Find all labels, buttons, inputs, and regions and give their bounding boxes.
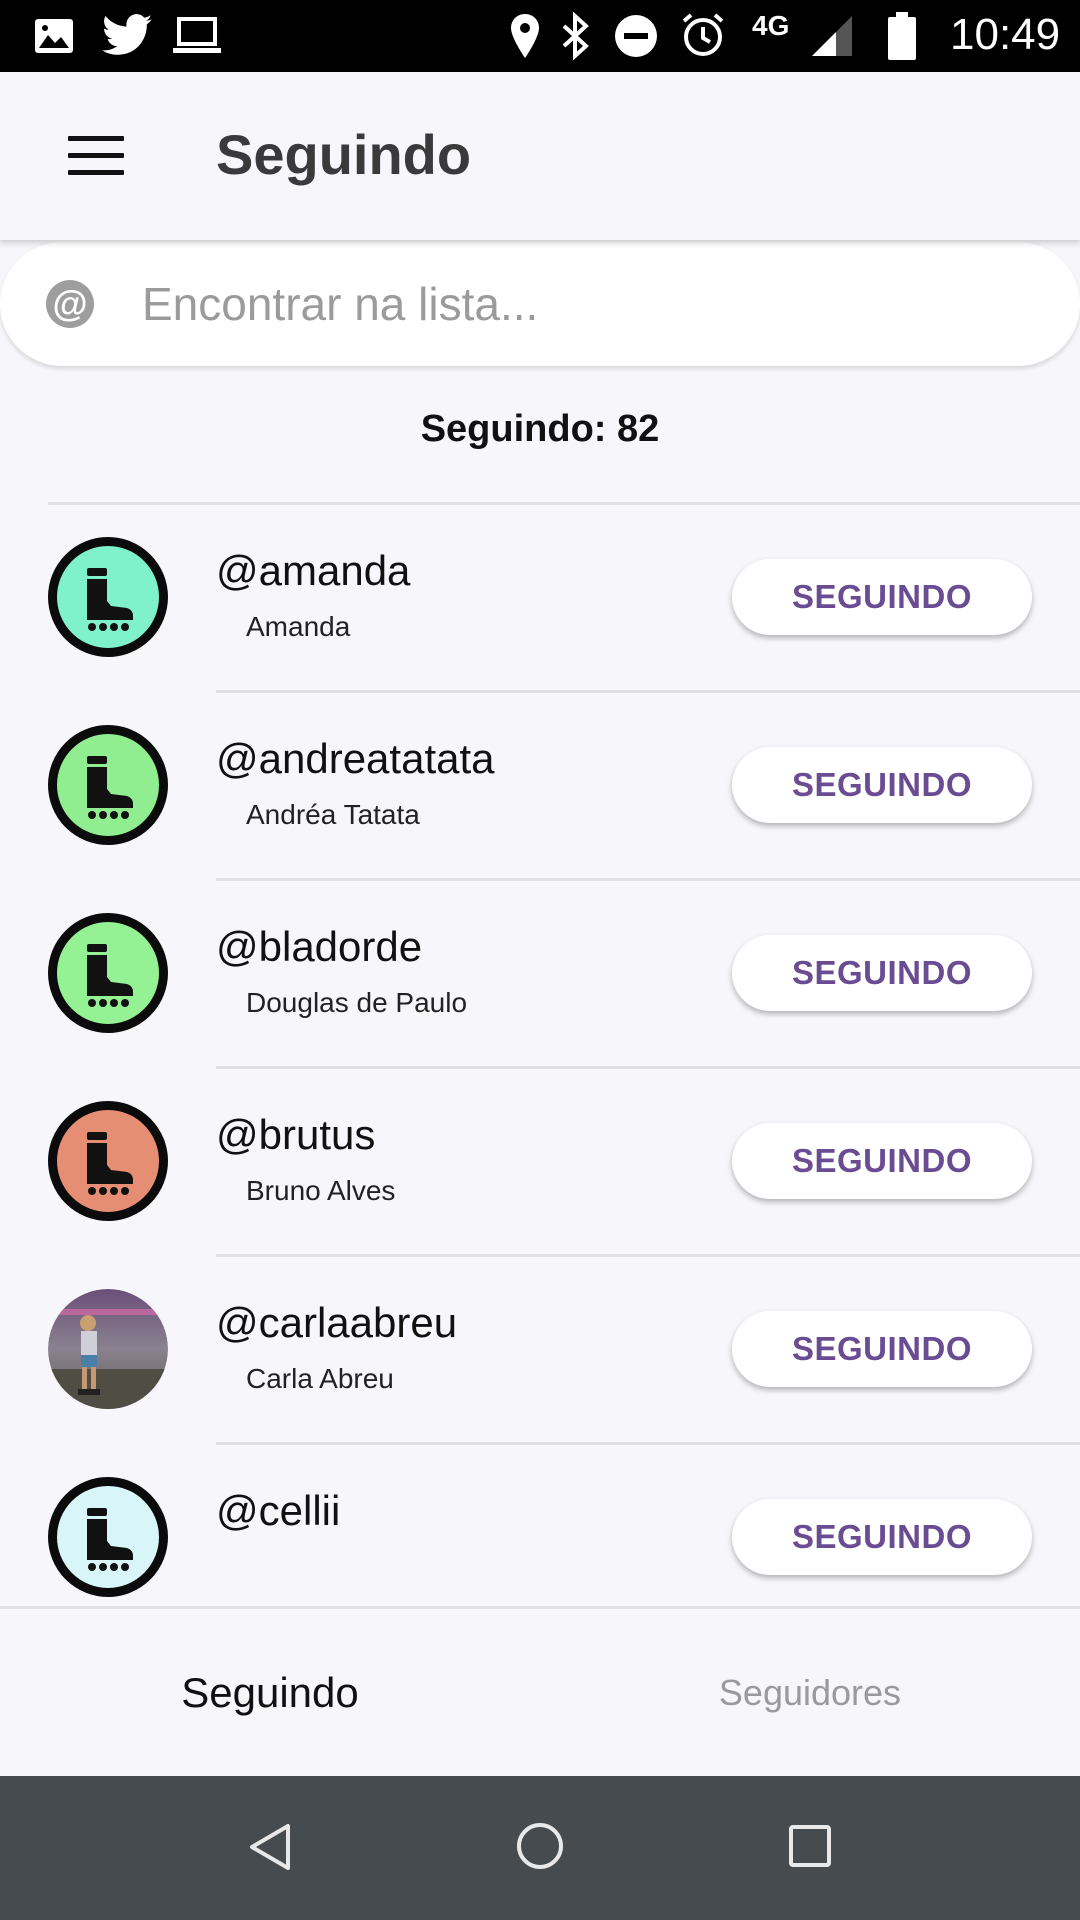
avatar[interactable] <box>48 1477 168 1597</box>
skate-icon <box>87 1508 133 1571</box>
following-button[interactable]: SEGUINDO <box>732 935 1032 1011</box>
skate-icon <box>87 1132 133 1195</box>
location-icon <box>511 14 539 58</box>
list-item[interactable]: @cellii SEGUINDO <box>0 1445 1080 1605</box>
avatar[interactable] <box>48 913 168 1033</box>
display-name: Bruno Alves <box>246 1175 396 1206</box>
username[interactable]: @bladorde <box>216 923 422 971</box>
following-count: Seguindo: 82 <box>420 408 660 450</box>
following-button[interactable]: SEGUINDO <box>732 747 1032 823</box>
display-name: Douglas de Paulo <box>246 987 468 1018</box>
network-type-label: 4G <box>752 10 790 41</box>
hamburger-menu-icon[interactable] <box>68 136 124 176</box>
search-bar[interactable]: @ <box>0 242 1080 366</box>
list-item[interactable]: @carlaabreu Carla Abreu SEGUINDO <box>0 1257 1080 1445</box>
list-item[interactable]: @bladorde Douglas de Paulo SEGUINDO <box>0 881 1080 1069</box>
tab-following[interactable]: Seguindo <box>0 1609 540 1777</box>
list-item[interactable]: @amanda Amanda SEGUINDO <box>0 505 1080 693</box>
following-button[interactable]: SEGUINDO <box>732 1499 1032 1575</box>
username[interactable]: @carlaabreu <box>216 1299 457 1347</box>
list-item[interactable]: @brutus Bruno Alves SEGUINDO <box>0 1069 1080 1257</box>
avatar[interactable] <box>48 537 168 657</box>
following-button[interactable]: SEGUINDO <box>732 1123 1032 1199</box>
display-name: Amanda <box>246 611 351 642</box>
search-input[interactable] <box>142 270 1022 338</box>
gallery-icon <box>35 19 73 53</box>
skate-icon <box>87 756 133 819</box>
signal-icon <box>812 16 852 56</box>
back-icon[interactable] <box>248 1822 292 1872</box>
display-name: Andréa Tatata <box>246 799 420 830</box>
following-button[interactable]: SEGUINDO <box>732 559 1032 635</box>
username[interactable]: @andreatatata <box>216 735 495 783</box>
bluetooth-icon <box>562 12 589 60</box>
system-nav-bar <box>0 1776 1080 1920</box>
username[interactable]: @amanda <box>216 547 410 595</box>
alarm-icon <box>682 13 724 56</box>
avatar[interactable] <box>48 725 168 845</box>
avatar[interactable] <box>48 1101 168 1221</box>
tab-followers[interactable]: Seguidores <box>540 1609 1080 1777</box>
status-bar: 4G 10:49 <box>0 0 1080 72</box>
profile-photo[interactable] <box>48 1289 168 1409</box>
page-title: Seguindo <box>216 123 472 186</box>
app-bar: Seguindo <box>0 72 1080 240</box>
battery-icon <box>888 12 916 60</box>
following-list[interactable]: @amanda Amanda SEGUINDO @andreatatata An… <box>0 505 1080 1605</box>
list-item[interactable]: @andreatatata Andréa Tatata SEGUINDO <box>0 693 1080 881</box>
at-icon: @ <box>46 280 94 328</box>
recents-icon[interactable] <box>788 1824 832 1868</box>
skate-icon <box>87 568 133 631</box>
following-button[interactable]: SEGUINDO <box>732 1311 1032 1387</box>
clock: 10:49 <box>950 10 1061 59</box>
skate-icon <box>87 944 133 1007</box>
username[interactable]: @cellii <box>216 1487 340 1535</box>
home-icon[interactable] <box>516 1822 564 1870</box>
display-name: Carla Abreu <box>246 1363 394 1394</box>
laptop-icon <box>173 17 221 53</box>
do-not-disturb-icon <box>615 15 657 57</box>
bottom-tab-bar: Seguindo Seguidores <box>0 1606 1080 1776</box>
username[interactable]: @brutus <box>216 1111 375 1159</box>
twitter-icon <box>102 14 152 55</box>
